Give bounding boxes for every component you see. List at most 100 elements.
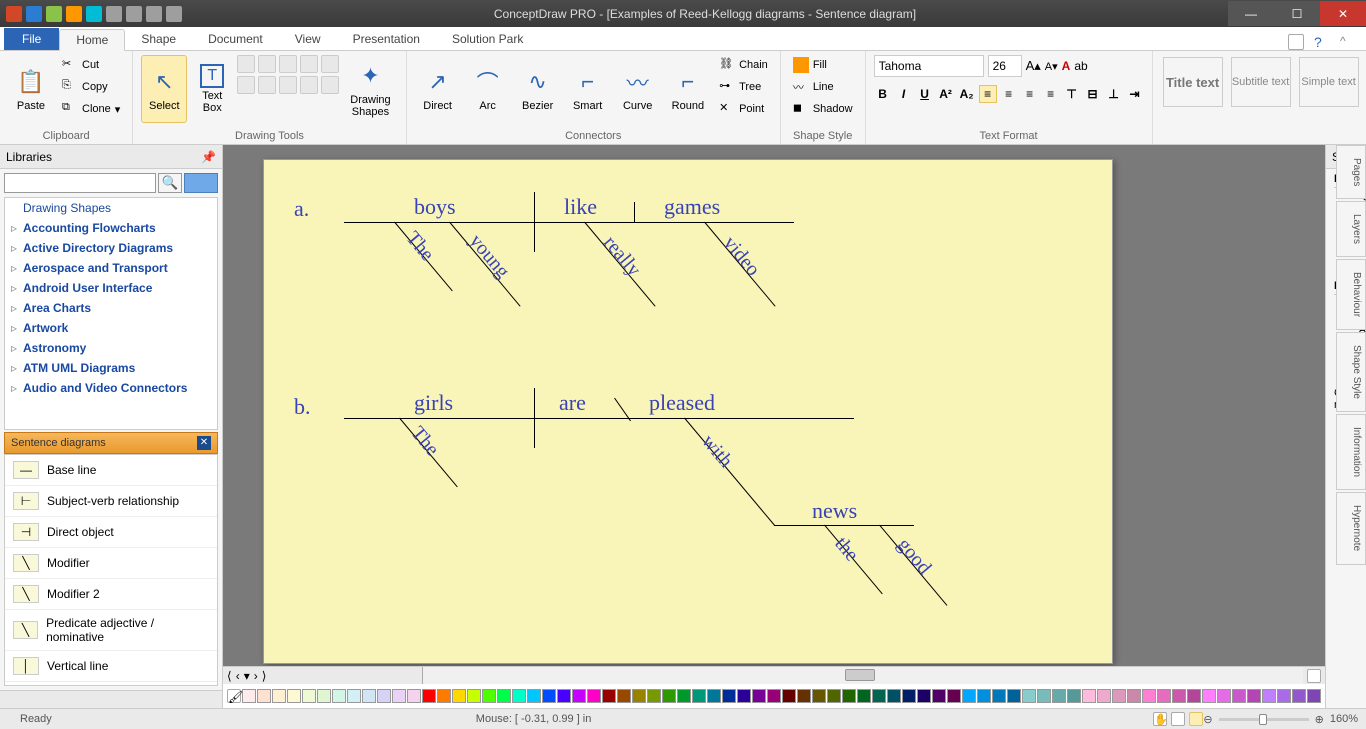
paste-button[interactable]: 📋 Paste	[8, 55, 54, 123]
close-button[interactable]: ✕	[1320, 1, 1366, 26]
tree-item[interactable]: Active Directory Diagrams	[5, 238, 217, 258]
tree-item[interactable]: Area Charts	[5, 298, 217, 318]
color-swatch[interactable]	[1247, 689, 1261, 703]
app-icon[interactable]	[6, 6, 22, 22]
clone-button[interactable]: ⧉Clone ▾	[58, 99, 124, 119]
color-swatch[interactable]	[722, 689, 736, 703]
stencil-item[interactable]: │Up-vertical line	[5, 682, 217, 687]
color-swatch[interactable]	[872, 689, 886, 703]
select-tool-button[interactable]: ↖ Select	[141, 55, 187, 123]
side-tab-pages[interactable]: Pages	[1336, 145, 1366, 199]
library-tree[interactable]: Drawing Shapes Accounting Flowcharts Act…	[4, 197, 218, 430]
color-swatch[interactable]	[1232, 689, 1246, 703]
color-swatch[interactable]	[887, 689, 901, 703]
zoom-slider[interactable]	[1219, 718, 1309, 721]
side-tab-hypernote[interactable]: Hypernote	[1336, 492, 1366, 564]
close-stencil-icon[interactable]: ✕	[197, 436, 211, 450]
document-canvas[interactable]: a. boys like games The young really vide…	[263, 159, 1113, 664]
font-color-icon[interactable]: A	[1062, 59, 1071, 73]
maximize-button[interactable]: ☐	[1274, 1, 1320, 26]
style-subtitle[interactable]: Subtitle text	[1231, 57, 1291, 107]
zoom-region-icon[interactable]	[1171, 712, 1185, 726]
tree-button[interactable]: ⊶Tree	[715, 77, 772, 97]
grow-font-icon[interactable]: A▴	[1026, 58, 1041, 74]
left-scrollbar[interactable]	[0, 690, 222, 708]
color-swatch[interactable]	[962, 689, 976, 703]
options-icon[interactable]	[1288, 34, 1304, 50]
color-swatch[interactable]	[902, 689, 916, 703]
color-swatch[interactable]	[1307, 689, 1321, 703]
color-swatch[interactable]	[737, 689, 751, 703]
page-tab-dropdown[interactable]: ▾	[244, 669, 250, 683]
italic-button[interactable]: I	[895, 85, 913, 103]
color-swatch[interactable]	[842, 689, 856, 703]
tree-item[interactable]: Android User Interface	[5, 278, 217, 298]
font-size-select[interactable]	[988, 55, 1022, 77]
color-swatch[interactable]	[662, 689, 676, 703]
align-center-button[interactable]: ≡	[1000, 85, 1018, 103]
color-swatch[interactable]	[1142, 689, 1156, 703]
color-swatch[interactable]	[617, 689, 631, 703]
tree-item[interactable]: Aerospace and Transport	[5, 258, 217, 278]
next-page-icon[interactable]: ›	[254, 669, 258, 683]
color-swatch[interactable]	[1097, 689, 1111, 703]
scrollbar-thumb[interactable]	[845, 669, 875, 681]
stencil-item[interactable]: │Vertical line	[5, 651, 217, 682]
color-swatch[interactable]	[1262, 689, 1276, 703]
align-left-button[interactable]: ≡	[979, 85, 997, 103]
color-swatch[interactable]	[812, 689, 826, 703]
stencil-item[interactable]: ⊢Subject-verb relationship	[5, 486, 217, 517]
search-button[interactable]: 🔍	[158, 173, 182, 193]
connector-round[interactable]: ⌐Round	[665, 55, 711, 123]
color-swatch[interactable]	[767, 689, 781, 703]
stencil-item[interactable]: ⊣Direct object	[5, 517, 217, 548]
color-swatch[interactable]	[782, 689, 796, 703]
side-tab-shape-style[interactable]: Shape Style	[1336, 332, 1366, 412]
color-swatch[interactable]	[1202, 689, 1216, 703]
color-swatch[interactable]	[287, 689, 301, 703]
copy-button[interactable]: ⎘Copy	[58, 77, 124, 97]
color-swatch[interactable]	[632, 689, 646, 703]
tree-item[interactable]: ATM UML Diagrams	[5, 358, 217, 378]
color-swatch[interactable]	[452, 689, 466, 703]
palette-picker-icon[interactable]: 🖌	[227, 689, 241, 703]
color-swatch[interactable]	[1022, 689, 1036, 703]
color-swatch[interactable]	[302, 689, 316, 703]
color-swatch[interactable]	[362, 689, 376, 703]
color-swatch[interactable]	[692, 689, 706, 703]
side-tab-layers[interactable]: Layers	[1336, 201, 1366, 257]
color-swatch[interactable]	[1157, 689, 1171, 703]
color-swatch[interactable]	[932, 689, 946, 703]
tab-solution-park[interactable]: Solution Park	[436, 28, 539, 50]
color-swatch[interactable]	[512, 689, 526, 703]
side-tab-information[interactable]: Information	[1336, 414, 1366, 490]
list-view-button[interactable]	[184, 173, 218, 193]
shadow-button[interactable]: ◼Shadow	[789, 99, 857, 119]
valign-mid-button[interactable]: ⊟	[1084, 85, 1102, 103]
stencil-item[interactable]: ╲Modifier 2	[5, 579, 217, 610]
stencil-header[interactable]: Sentence diagrams ✕	[4, 432, 218, 454]
prev-page-icon[interactable]: ‹	[236, 669, 240, 683]
color-swatch[interactable]	[1187, 689, 1201, 703]
qat-icon[interactable]	[146, 6, 162, 22]
color-swatch[interactable]	[677, 689, 691, 703]
indent-button[interactable]: ⇥	[1126, 85, 1144, 103]
color-swatch[interactable]	[257, 689, 271, 703]
help-icon[interactable]: ?	[1314, 34, 1330, 50]
color-swatch[interactable]	[1127, 689, 1141, 703]
color-swatch[interactable]	[557, 689, 571, 703]
tab-home[interactable]: Home	[59, 29, 125, 51]
color-swatch[interactable]	[407, 689, 421, 703]
cut-button[interactable]: ✂Cut	[58, 55, 124, 75]
line-button[interactable]: 〰Line	[789, 77, 857, 97]
color-swatch[interactable]	[497, 689, 511, 703]
color-swatch[interactable]	[707, 689, 721, 703]
tree-item[interactable]: Audio and Video Connectors	[5, 378, 217, 398]
color-swatch[interactable]	[1052, 689, 1066, 703]
subscript-button[interactable]: A₂	[958, 85, 976, 103]
color-swatch[interactable]	[1067, 689, 1081, 703]
color-swatch[interactable]	[482, 689, 496, 703]
style-simple[interactable]: Simple text	[1299, 57, 1359, 107]
style-title[interactable]: Title text	[1163, 57, 1223, 107]
color-swatch[interactable]	[437, 689, 451, 703]
